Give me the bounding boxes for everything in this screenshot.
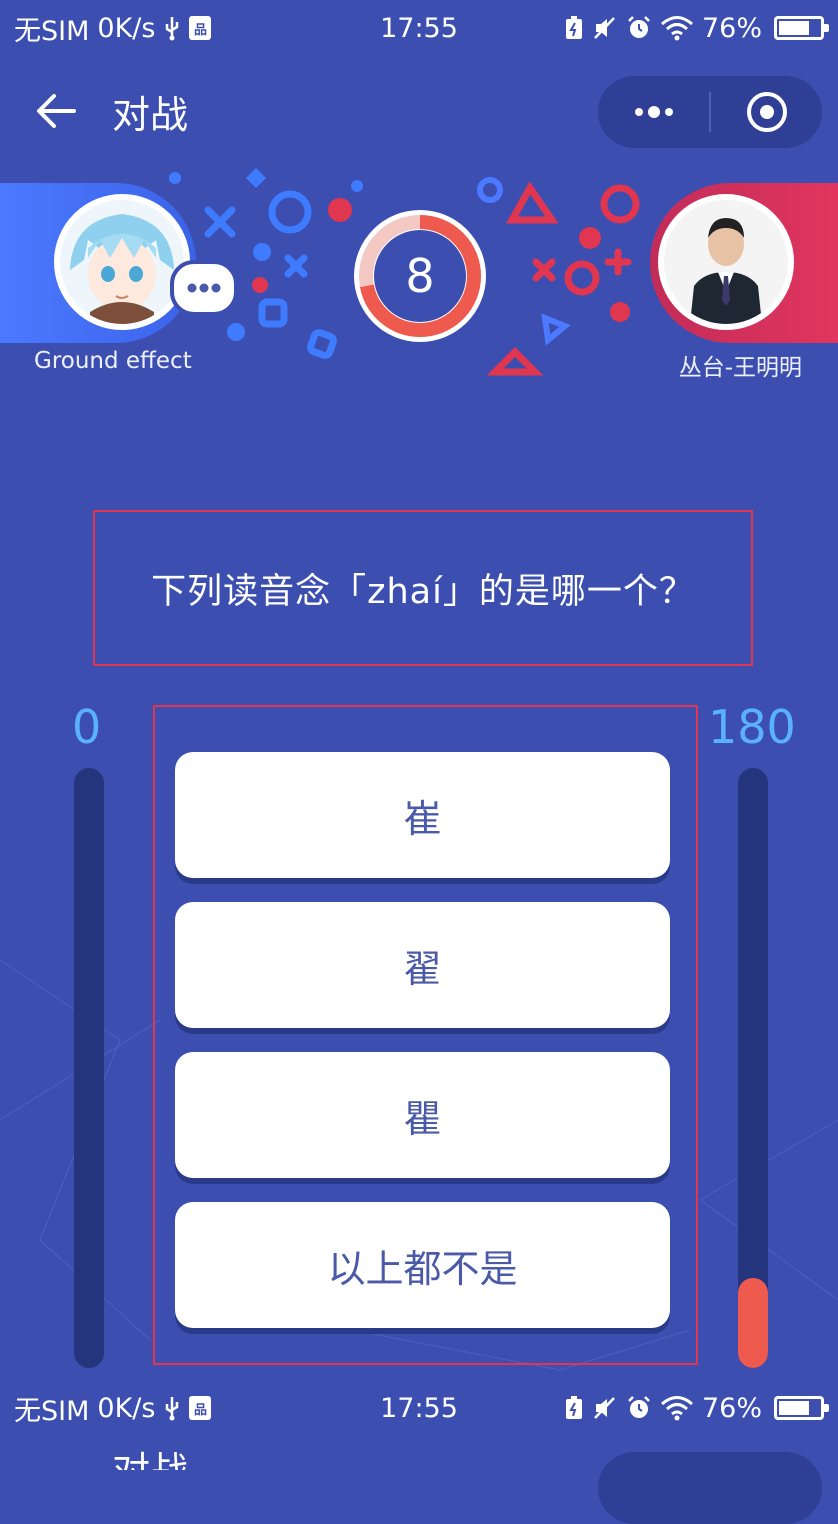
answer-option-3[interactable]: 瞿 xyxy=(175,1052,670,1178)
right-score: 180 xyxy=(708,700,796,754)
notification-icon: 品 xyxy=(189,1396,212,1420)
status-right: 76% xyxy=(564,12,829,44)
answers-box: 崔 翟 瞿 以上都不是 xyxy=(153,705,698,1365)
battery-percent-duplicate: 76% xyxy=(701,1392,762,1424)
usb-icon xyxy=(163,15,181,41)
usb-icon xyxy=(163,1395,181,1421)
page-title: 对战 xyxy=(112,93,189,137)
battery-fill xyxy=(779,1401,810,1415)
left-player-name: Ground effect xyxy=(34,348,192,374)
battery-icon xyxy=(774,16,829,40)
mute-icon xyxy=(592,15,618,41)
network-speed-duplicate: 0K/s xyxy=(97,1392,156,1424)
chat-bubble-button[interactable] xyxy=(170,260,238,316)
battery-saver-icon xyxy=(564,1395,584,1421)
countdown-timer: 8 xyxy=(350,206,490,346)
battery-percent: 76% xyxy=(701,12,762,44)
person-avatar-image xyxy=(664,200,788,324)
left-score: 0 xyxy=(72,700,102,754)
page-title-duplicate: 对战 xyxy=(112,1440,188,1470)
left-player-avatar[interactable] xyxy=(54,194,190,330)
more-options-button[interactable] xyxy=(598,76,709,148)
battery-fill xyxy=(779,21,810,35)
status-left: 无SIM 0K/s 品 xyxy=(14,9,212,48)
status-bar: 无SIM 0K/s 品 17:55 76% xyxy=(0,0,838,56)
notification-icon: 品 xyxy=(189,16,212,40)
wifi-icon xyxy=(660,15,694,41)
carrier-label: 无SIM xyxy=(14,15,90,47)
timer-value: 8 xyxy=(405,249,435,303)
answer-option-1[interactable]: 崔 xyxy=(175,752,670,878)
mute-icon xyxy=(592,1395,618,1421)
alarm-icon xyxy=(626,1395,652,1421)
battery-icon xyxy=(774,1396,829,1420)
back-button[interactable] xyxy=(30,84,84,138)
nav-bar: 对战 xyxy=(0,62,838,158)
answer-option-4[interactable]: 以上都不是 xyxy=(175,1202,670,1328)
wifi-icon xyxy=(660,1395,694,1421)
right-player-avatar[interactable] xyxy=(658,194,794,330)
anime-avatar-image xyxy=(60,200,184,324)
carrier-label-duplicate: 无SIM xyxy=(14,1395,90,1427)
network-speed: 0K/s xyxy=(97,12,156,44)
more-dots-icon xyxy=(634,106,673,118)
left-score-bar xyxy=(74,768,104,1368)
status-bar-duplicate: 无SIM 0K/s 品 17:55 76% xyxy=(0,1380,838,1436)
answer-option-2[interactable]: 翟 xyxy=(175,902,670,1028)
status-right-duplicate: 76% xyxy=(564,1392,829,1424)
chat-dots-icon xyxy=(187,283,221,293)
right-score-bar xyxy=(738,768,768,1368)
alarm-icon xyxy=(626,15,652,41)
question-box: 下列读音念「zhaí」的是哪一个？ xyxy=(93,510,753,666)
mini-program-capsule-duplicate xyxy=(598,1452,822,1524)
arrow-left-icon xyxy=(37,94,76,128)
right-score-fill xyxy=(738,1278,768,1368)
battery-saver-icon xyxy=(564,15,584,41)
question-text: 下列读音念「zhaí」的是哪一个？ xyxy=(151,571,695,612)
status-left-duplicate: 无SIM 0K/s 品 xyxy=(14,1389,212,1428)
right-player-name: 丛台-王明明 xyxy=(678,355,802,381)
mini-program-capsule xyxy=(598,76,822,148)
target-circle-icon xyxy=(746,92,787,132)
close-mini-program-button[interactable] xyxy=(711,76,822,148)
